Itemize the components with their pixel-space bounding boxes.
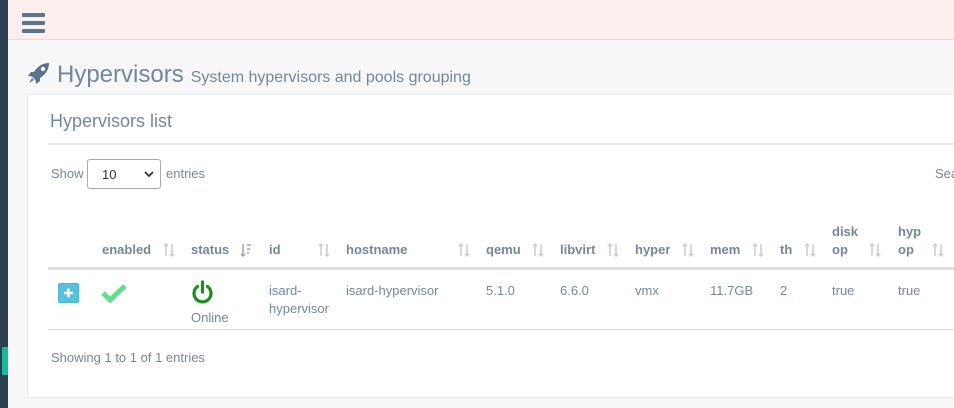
panel-title: Hypervisors list <box>50 111 173 131</box>
table-row: Online isard-hypervisor isard-hypervisor… <box>48 270 954 330</box>
menu-toggle-icon[interactable] <box>22 13 45 33</box>
column-header-hyp-op[interactable]: hyp op <box>898 223 921 259</box>
page-subheading: System hypervisors and pools grouping <box>190 69 471 86</box>
cell-disk-op: true <box>832 283 855 298</box>
cell-id: isard-hypervisor <box>269 283 329 316</box>
hypervisors-panel: Hypervisors list Show 10 entries Sea ena… <box>27 94 954 398</box>
sort-ascending-icon <box>240 244 251 257</box>
column-header-id[interactable]: id <box>269 241 281 259</box>
sort-icon <box>318 243 330 257</box>
column-header-status[interactable]: status <box>191 241 229 259</box>
cell-libvirt: 6.6.0 <box>560 283 589 298</box>
plus-icon <box>64 288 73 298</box>
sidebar-active-indicator <box>2 347 8 375</box>
expand-row-button[interactable] <box>58 283 79 303</box>
sort-icon <box>607 243 619 257</box>
sort-icon <box>163 243 175 257</box>
check-icon <box>101 284 127 303</box>
column-header-mem[interactable]: mem <box>710 241 740 259</box>
column-header-th[interactable]: th <box>780 241 792 259</box>
sort-icon <box>682 243 694 257</box>
table-info: Showing 1 to 1 of 1 entries <box>51 350 205 365</box>
power-icon <box>192 280 213 304</box>
cell-hyp-op: true <box>898 283 921 298</box>
column-header-hostname[interactable]: hostname <box>346 241 407 259</box>
cell-mem: 11.7GB <box>710 283 754 298</box>
table-header: enabled status id hostname qemu libvirt … <box>48 223 954 270</box>
search-label: Sea <box>935 166 954 181</box>
entries-label: entries <box>166 166 206 181</box>
cell-th: 2 <box>780 283 788 298</box>
cell-hostname: isard-hypervisor <box>346 283 439 298</box>
page-title: Hypervisors System hypervisors and pools… <box>27 58 471 88</box>
sort-icon <box>458 243 470 257</box>
column-header-hyper[interactable]: hyper <box>635 241 670 259</box>
sort-icon <box>752 243 764 257</box>
rocket-icon <box>28 63 49 84</box>
sort-icon <box>932 243 944 257</box>
column-header-disk-op[interactable]: disk op <box>832 223 858 259</box>
sort-icon <box>869 243 881 257</box>
entries-per-page-value: 10 <box>102 167 117 182</box>
sidebar-edge <box>0 0 8 408</box>
panel-divider <box>48 143 954 145</box>
column-header-enabled[interactable]: enabled <box>102 241 151 259</box>
page-heading: Hypervisors <box>57 61 184 88</box>
chevron-down-icon <box>144 171 154 178</box>
status-text: Online <box>191 310 229 325</box>
sort-icon <box>532 243 544 257</box>
column-header-qemu[interactable]: qemu <box>486 241 521 259</box>
cell-hyper: vmx <box>635 283 659 298</box>
sort-icon <box>804 243 816 257</box>
show-label: Show <box>51 166 84 181</box>
column-header-libvirt[interactable]: libvirt <box>560 241 595 259</box>
top-navbar <box>8 0 954 40</box>
entries-per-page-select[interactable]: 10 <box>87 159 161 189</box>
cell-qemu: 5.1.0 <box>486 283 515 298</box>
